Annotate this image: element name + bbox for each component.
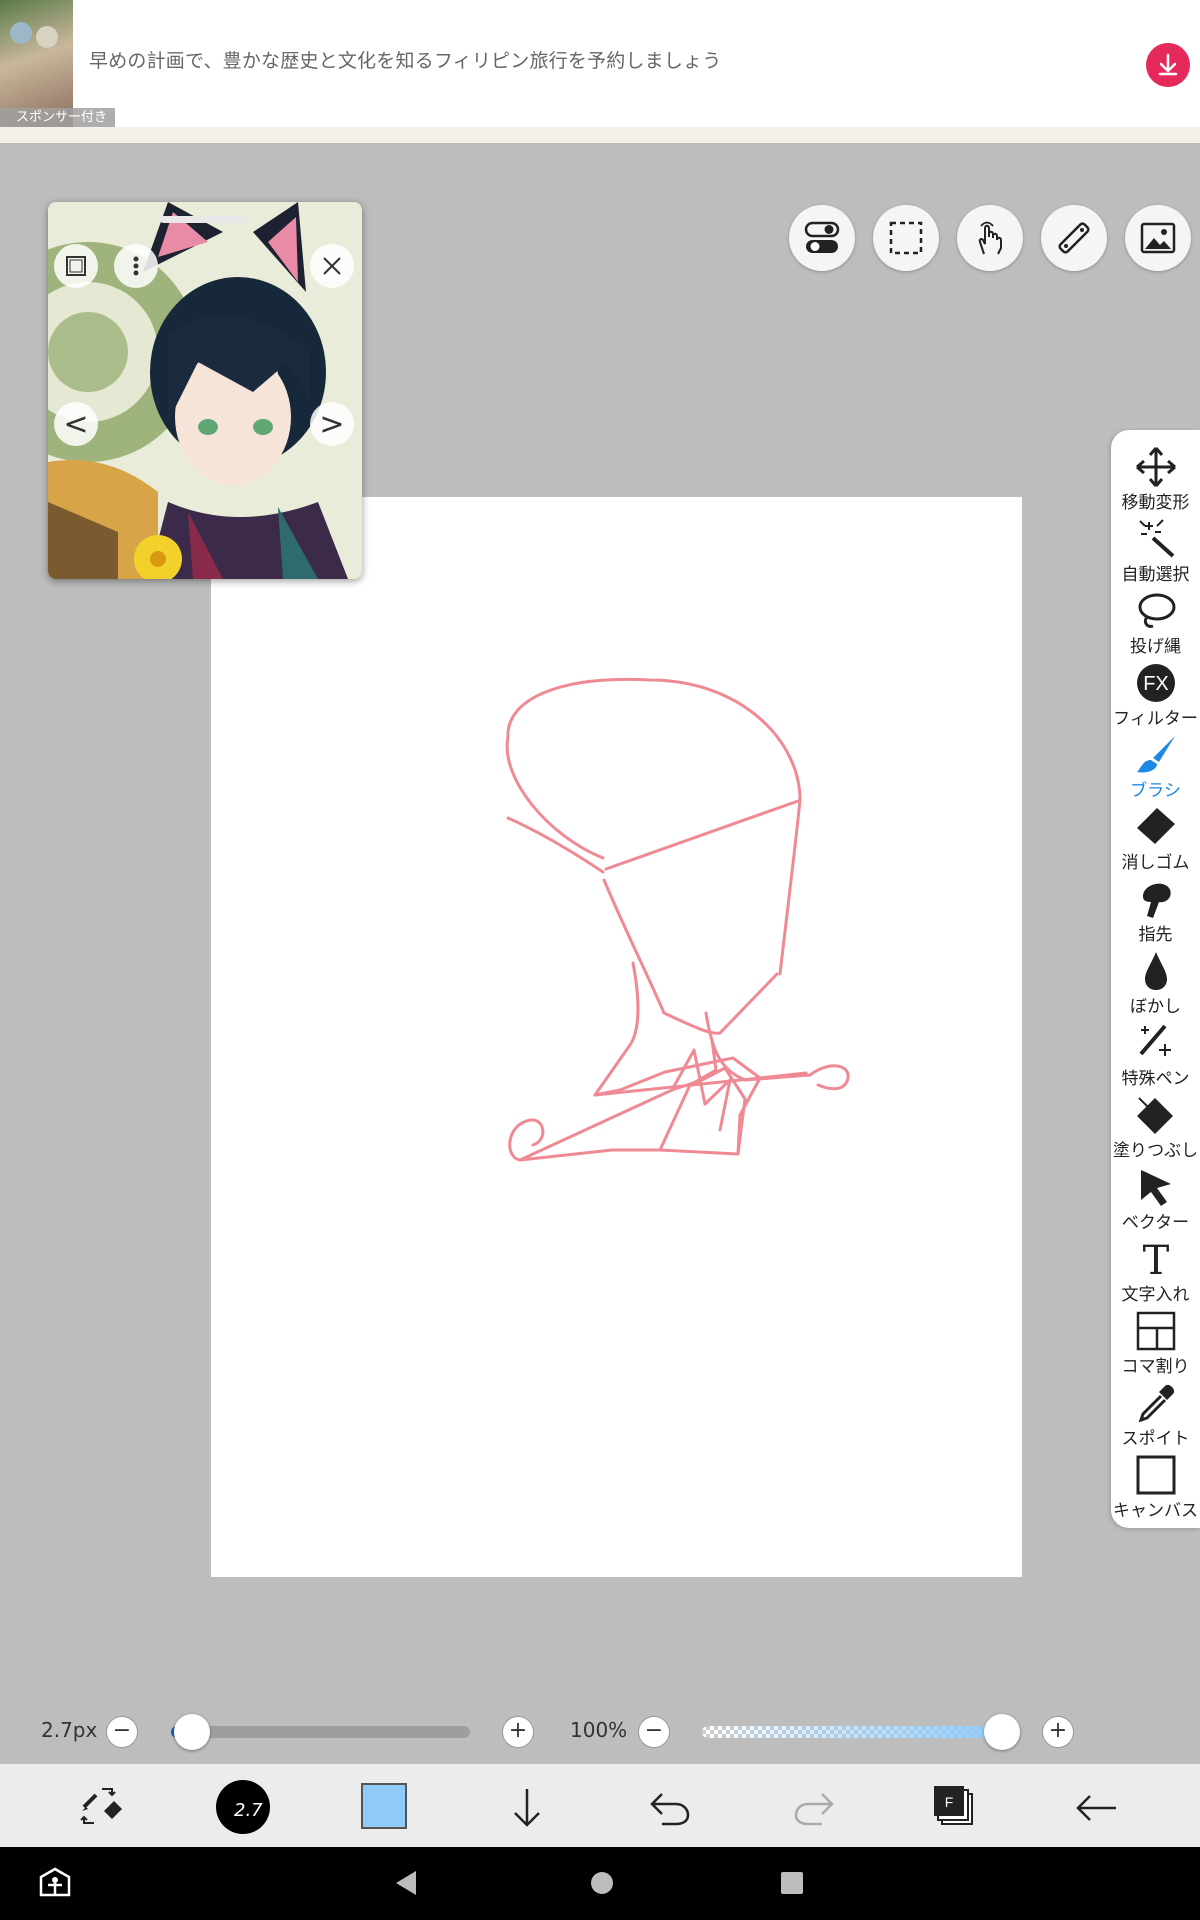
tool-label: キャンバス xyxy=(1113,1501,1198,1521)
fx-icon: FX xyxy=(1137,664,1175,702)
selection-icon xyxy=(889,221,923,255)
vector-icon xyxy=(1141,1170,1171,1206)
tool-label: 塗りつぶし xyxy=(1112,1141,1199,1161)
canvas-icon xyxy=(1136,1455,1176,1495)
tool-filter[interactable]: FX フィルター xyxy=(1111,662,1200,734)
ad-sponsor-label: スポンサー付き xyxy=(0,108,115,128)
ad-divider xyxy=(0,127,1200,143)
finger-icon xyxy=(1143,883,1171,918)
magic-wand-icon xyxy=(1139,519,1175,558)
back-arrow-icon[interactable] xyxy=(1074,1788,1120,1828)
tool-eraser[interactable]: 消しゴム xyxy=(1111,806,1200,878)
tool-brush[interactable]: ブラシ xyxy=(1111,734,1200,806)
tool-auto-select[interactable]: 自動選択 xyxy=(1111,518,1200,590)
redo-icon[interactable] xyxy=(792,1788,836,1828)
reference-prev-button[interactable]: < xyxy=(54,402,98,446)
tool-finger[interactable]: 指先 xyxy=(1111,878,1200,950)
toggle-icon xyxy=(804,221,840,253)
tool-label: スポイト xyxy=(1121,1429,1190,1449)
ad-banner[interactable]: スポンサー付き 早めの計画で、豊かな歴史と文化を知るフィリピン旅行を予約しましょ… xyxy=(0,0,1200,131)
tool-vector[interactable]: ベクター xyxy=(1111,1166,1200,1238)
tool-label: ブラシ xyxy=(1130,781,1181,801)
svg-text:T: T xyxy=(1143,1238,1170,1280)
lasso-icon xyxy=(1138,593,1176,628)
reference-drag-handle[interactable] xyxy=(160,216,250,223)
opacity-value: 100% xyxy=(570,1718,628,1742)
ruler-button[interactable] xyxy=(1041,205,1107,271)
brush-size-slider[interactable] xyxy=(171,1726,470,1738)
reference-close-button[interactable] xyxy=(310,244,354,288)
svg-text:FX: FX xyxy=(1143,673,1169,695)
tool-label: 自動選択 xyxy=(1121,565,1190,585)
nav-back-icon[interactable] xyxy=(392,1869,420,1897)
bucket-icon xyxy=(1137,1097,1173,1134)
frame-divide-icon xyxy=(1136,1311,1176,1351)
layers-icon[interactable]: F xyxy=(930,1782,976,1828)
eyedropper-icon xyxy=(1138,1384,1175,1423)
tool-label: 特殊ペン xyxy=(1121,1069,1190,1089)
download-icon[interactable] xyxy=(1146,43,1190,87)
move-icon xyxy=(1136,447,1176,487)
system-navigation-bar xyxy=(0,1847,1200,1920)
accessibility-icon[interactable] xyxy=(38,1865,72,1899)
reference-window[interactable]: < > xyxy=(48,202,362,579)
brush-size-slider-thumb[interactable] xyxy=(173,1714,210,1750)
tool-eyedropper[interactable]: スポイト xyxy=(1111,1382,1200,1454)
ad-text[interactable]: 早めの計画で、豊かな歴史と文化を知るフィリピン旅行を予約しましょう xyxy=(89,46,721,73)
tool-fill[interactable]: 塗りつぶし xyxy=(1111,1094,1200,1166)
bottom-toolbar xyxy=(0,1764,1200,1847)
tool-label: 消しゴム xyxy=(1121,853,1190,873)
eraser-icon xyxy=(1137,808,1175,844)
brush-size-value: 2.7px xyxy=(41,1718,98,1742)
reference-more-button[interactable] xyxy=(114,244,158,288)
tool-label: ぼかし xyxy=(1130,997,1181,1017)
tool-label: 投げ縄 xyxy=(1130,637,1181,657)
brush-size-decrease-button[interactable]: − xyxy=(106,1716,138,1748)
frame-icon xyxy=(66,256,86,276)
reference-frame-button[interactable] xyxy=(54,244,98,288)
tool-label: ベクター xyxy=(1121,1213,1190,1233)
color-swatch[interactable] xyxy=(361,1783,407,1829)
opacity-decrease-button[interactable]: − xyxy=(638,1716,670,1748)
tool-special-pen[interactable]: 特殊ペン xyxy=(1111,1022,1200,1094)
tool-move-transform[interactable]: 移動変形 xyxy=(1111,446,1200,518)
arrow-down-icon[interactable] xyxy=(505,1785,549,1829)
toggle-button[interactable] xyxy=(789,205,855,271)
undo-icon[interactable] xyxy=(648,1788,692,1828)
drawing-canvas[interactable] xyxy=(211,497,1022,1577)
image-button[interactable] xyxy=(1125,205,1191,271)
brush-size-badge: 2.7 xyxy=(234,1800,263,1821)
close-icon xyxy=(323,257,341,275)
more-vertical-icon xyxy=(133,256,139,276)
text-icon: T xyxy=(1143,1238,1170,1280)
blur-icon xyxy=(1145,952,1167,990)
tool-text[interactable]: T 文字入れ xyxy=(1111,1238,1200,1310)
reference-next-button[interactable]: > xyxy=(310,402,354,446)
brush-icon xyxy=(1137,736,1175,773)
opacity-increase-button[interactable]: + xyxy=(1042,1716,1074,1748)
opacity-slider[interactable] xyxy=(702,1726,1002,1738)
tool-label: 指先 xyxy=(1138,925,1173,945)
brush-size-increase-button[interactable]: + xyxy=(502,1716,534,1748)
ruler-icon xyxy=(1058,222,1090,254)
opacity-slider-thumb[interactable] xyxy=(984,1714,1020,1750)
tool-canvas[interactable]: キャンバス xyxy=(1111,1454,1200,1526)
tool-label: 移動変形 xyxy=(1121,493,1190,513)
hand-button[interactable] xyxy=(957,205,1023,271)
nav-recents-icon[interactable] xyxy=(778,1869,806,1897)
tool-blur[interactable]: ぼかし xyxy=(1111,950,1200,1022)
nav-home-icon[interactable] xyxy=(588,1869,616,1897)
hand-icon xyxy=(978,221,1002,255)
selection-button[interactable] xyxy=(873,205,939,271)
tool-frame-divide[interactable]: コマ割り xyxy=(1111,1310,1200,1382)
tool-label: コマ割り xyxy=(1121,1357,1190,1377)
svg-text:F: F xyxy=(945,1794,954,1810)
tool-label: フィルター xyxy=(1113,709,1198,729)
tool-palette: 移動変形 自動選択 投げ縄 FX フィルター ブラシ 消しゴム 指先 ぼかし 特… xyxy=(1111,430,1200,1528)
tool-lasso[interactable]: 投げ縄 xyxy=(1111,590,1200,662)
special-pen-icon xyxy=(1139,1024,1171,1056)
image-icon xyxy=(1140,222,1176,254)
tool-label: 文字入れ xyxy=(1121,1285,1190,1305)
brush-eraser-swap-icon[interactable] xyxy=(78,1783,124,1829)
